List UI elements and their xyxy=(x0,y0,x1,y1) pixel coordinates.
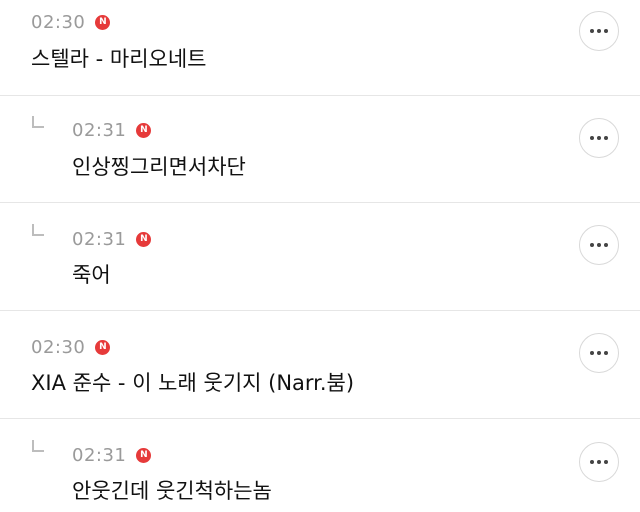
new-badge: N xyxy=(95,339,111,355)
more-options-button[interactable] xyxy=(579,442,619,482)
comment-meta: 02:31 N xyxy=(72,118,152,142)
more-horizontal-icon xyxy=(597,29,601,33)
comment-text: 안웃긴데 웃긴척하는놈 xyxy=(72,479,272,503)
more-horizontal-icon xyxy=(590,136,594,140)
more-horizontal-icon xyxy=(597,136,601,140)
comment-time: 02:30 xyxy=(31,11,86,33)
new-badge: N xyxy=(136,122,152,138)
comment-time: 02:31 xyxy=(72,228,127,250)
more-horizontal-icon xyxy=(597,243,601,247)
more-options-button[interactable] xyxy=(579,118,619,158)
reply-item: 02:31 N 죽어 xyxy=(0,203,640,310)
more-horizontal-icon xyxy=(597,460,601,464)
reply-arrow-icon xyxy=(32,116,44,128)
reply-item: 02:31 N 안웃긴데 웃긴척하는놈 xyxy=(0,419,640,512)
reply-arrow-icon xyxy=(32,440,44,452)
comment-item: 02:30 N 스텔라 - 마리오네트 xyxy=(0,0,640,95)
more-horizontal-icon xyxy=(590,460,594,464)
comment-meta: 02:31 N xyxy=(72,227,152,251)
reply-item: 02:31 N 인상찡그리면서차단 xyxy=(0,96,640,202)
reply-arrow-icon xyxy=(32,224,44,236)
comment-time: 02:30 xyxy=(31,336,86,358)
more-horizontal-icon xyxy=(604,243,608,247)
more-horizontal-icon xyxy=(604,29,608,33)
comment-text: 죽어 xyxy=(72,263,111,287)
new-badge: N xyxy=(95,14,111,30)
more-horizontal-icon xyxy=(604,460,608,464)
comment-meta: 02:31 N xyxy=(72,443,152,467)
comment-item: 02:30 N XIA 준수 - 이 노래 웃기지 (Narr.붐) xyxy=(0,311,640,418)
more-horizontal-icon xyxy=(604,136,608,140)
more-horizontal-icon xyxy=(597,351,601,355)
more-horizontal-icon xyxy=(604,351,608,355)
new-badge: N xyxy=(136,231,152,247)
comment-meta: 02:30 N xyxy=(31,335,111,359)
more-horizontal-icon xyxy=(590,29,594,33)
comment-text: XIA 준수 - 이 노래 웃기지 (Narr.붐) xyxy=(31,371,355,395)
comment-text: 스텔라 - 마리오네트 xyxy=(31,47,207,71)
comment-time: 02:31 xyxy=(72,119,127,141)
comment-meta: 02:30 N xyxy=(31,10,111,34)
comment-time: 02:31 xyxy=(72,444,127,466)
more-horizontal-icon xyxy=(590,351,594,355)
comment-list: 02:30 N 스텔라 - 마리오네트 02:31 N 인상찡그리면서차단 02… xyxy=(0,0,640,512)
more-options-button[interactable] xyxy=(579,225,619,265)
more-options-button[interactable] xyxy=(579,333,619,373)
comment-text: 인상찡그리면서차단 xyxy=(72,155,246,179)
more-options-button[interactable] xyxy=(579,11,619,51)
new-badge: N xyxy=(136,447,152,463)
more-horizontal-icon xyxy=(590,243,594,247)
